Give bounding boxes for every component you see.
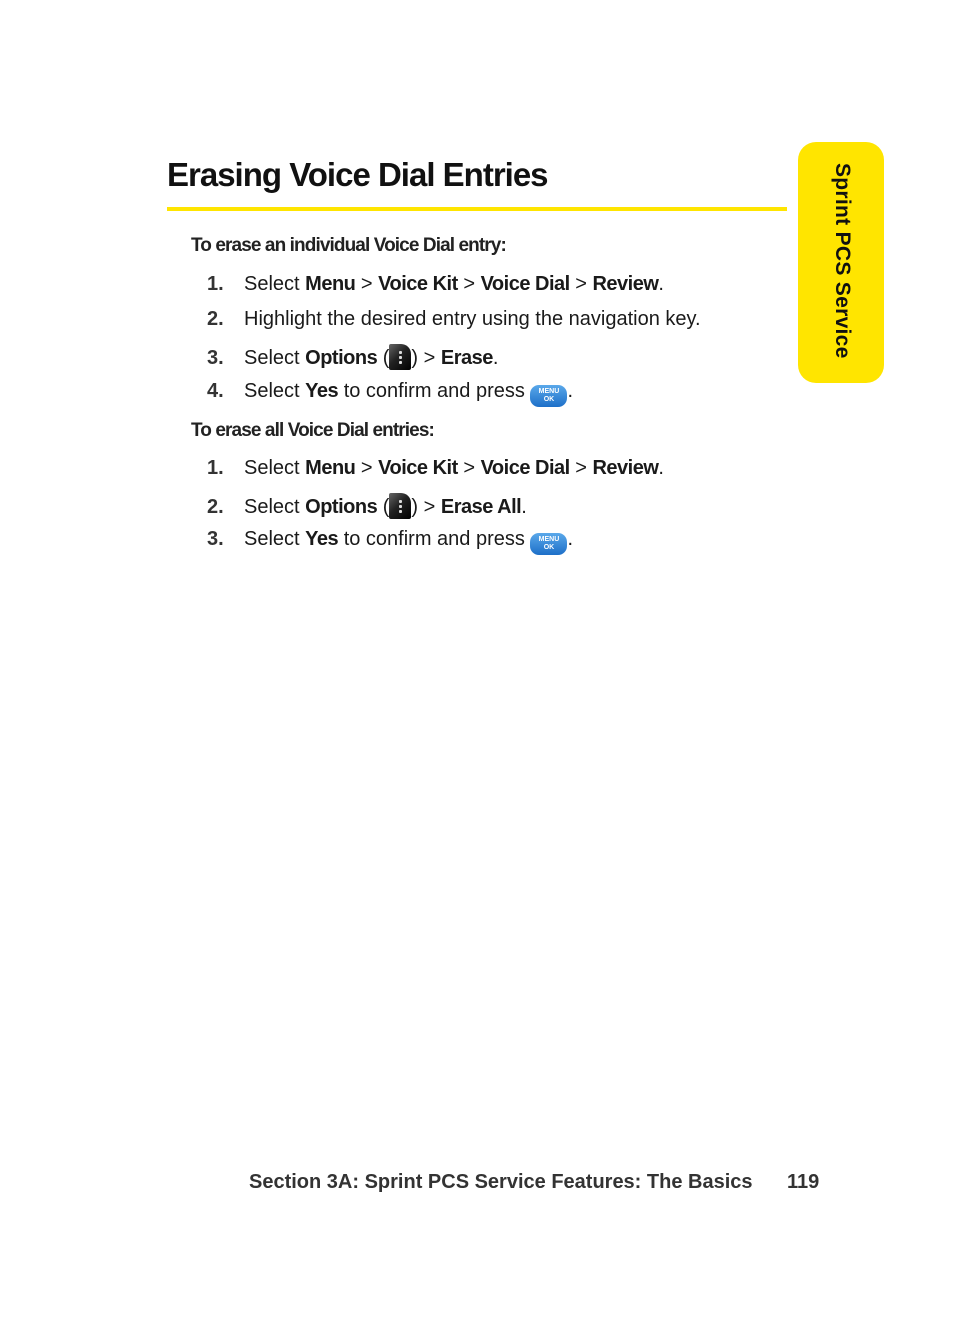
footer-section-title: Section 3A: Sprint PCS Service Features:… xyxy=(249,1171,753,1193)
path-separator: > xyxy=(355,273,379,295)
step-end: . xyxy=(567,528,574,550)
step-text: Select xyxy=(244,457,306,479)
paren-close: ) > xyxy=(411,496,441,518)
path-separator: > xyxy=(355,457,379,479)
step-number: 1. xyxy=(207,457,224,479)
path-separator: > xyxy=(457,457,481,479)
step-number: 3. xyxy=(207,528,224,550)
paren-open: ( xyxy=(377,496,390,518)
step-item: 2. Highlight the desired entry using the … xyxy=(207,308,701,331)
menu-ok-key-icon: MENU OK xyxy=(530,533,568,555)
step-text: Select xyxy=(244,273,306,295)
menu-path-menu: Menu xyxy=(305,273,356,295)
step-end: . xyxy=(567,380,574,402)
ok-key-label-bottom: OK xyxy=(543,396,555,403)
ok-key-label-top: MENU xyxy=(538,388,560,395)
menu-path-menu: Menu xyxy=(305,457,356,479)
erase-all-label: Erase All xyxy=(440,496,522,518)
yes-label: Yes xyxy=(305,528,339,550)
paren-open: ( xyxy=(377,347,390,369)
options-softkey-icon xyxy=(389,344,412,370)
ok-key-label-top: MENU xyxy=(538,536,560,543)
step-text: Select xyxy=(244,347,306,369)
step-item: 1. Select Menu > Voice Kit > Voice Dial >… xyxy=(207,273,664,296)
menu-ok-key-icon: MENU OK xyxy=(530,385,568,407)
menu-path-voice-dial: Voice Dial xyxy=(480,457,571,479)
step-item: 1. Select Menu > Voice Kit > Voice Dial >… xyxy=(207,457,664,480)
subheading-erase-individual: To erase an individual Voice Dial entry: xyxy=(191,235,507,256)
step-item: 3. Select Options ( ) > Erase. xyxy=(207,344,498,370)
ok-key-label-bottom: OK xyxy=(543,544,555,551)
section-side-tab-label: Sprint PCS Service xyxy=(831,163,854,359)
step-end: . xyxy=(521,496,527,518)
paren-close: ) > xyxy=(411,347,441,369)
step-number: 4. xyxy=(207,380,224,402)
menu-path-voice-kit: Voice Kit xyxy=(378,457,458,479)
options-label: Options xyxy=(305,496,378,518)
page-title: Erasing Voice Dial Entries xyxy=(167,156,549,193)
subheading-erase-all: To erase all Voice Dial entries: xyxy=(191,420,435,441)
step-text: Select xyxy=(244,528,306,550)
step-text: Select xyxy=(244,380,306,402)
step-end: . xyxy=(658,273,664,295)
menu-path-review: Review xyxy=(592,457,659,479)
step-number: 3. xyxy=(207,347,224,369)
erase-label: Erase xyxy=(440,347,494,369)
step-end: . xyxy=(492,347,499,369)
path-separator: > xyxy=(569,273,593,295)
step-text: to confirm and press xyxy=(338,380,531,402)
options-label: Options xyxy=(305,347,378,369)
step-number: 1. xyxy=(207,273,224,295)
options-softkey-icon xyxy=(389,493,412,519)
step-item: 2. Select Options ( ) > Erase All. xyxy=(207,493,527,519)
step-text: to confirm and press xyxy=(338,528,531,550)
step-text: Highlight the desired entry using the na… xyxy=(244,308,701,330)
menu-path-review: Review xyxy=(592,273,659,295)
yes-label: Yes xyxy=(305,380,339,402)
menu-path-voice-kit: Voice Kit xyxy=(378,273,458,295)
title-underline xyxy=(167,207,787,211)
path-separator: > xyxy=(457,273,481,295)
step-number: 2. xyxy=(207,308,224,330)
step-end: . xyxy=(658,457,664,479)
page-number: 119 xyxy=(787,1171,820,1193)
step-number: 2. xyxy=(207,496,224,518)
menu-path-voice-dial: Voice Dial xyxy=(480,273,571,295)
step-item: 4. Select Yes to confirm and press MENU OK… xyxy=(207,380,573,407)
step-item: 3. Select Yes to confirm and press MENU OK… xyxy=(207,528,573,555)
step-text: Select xyxy=(244,496,306,518)
path-separator: > xyxy=(569,457,593,479)
